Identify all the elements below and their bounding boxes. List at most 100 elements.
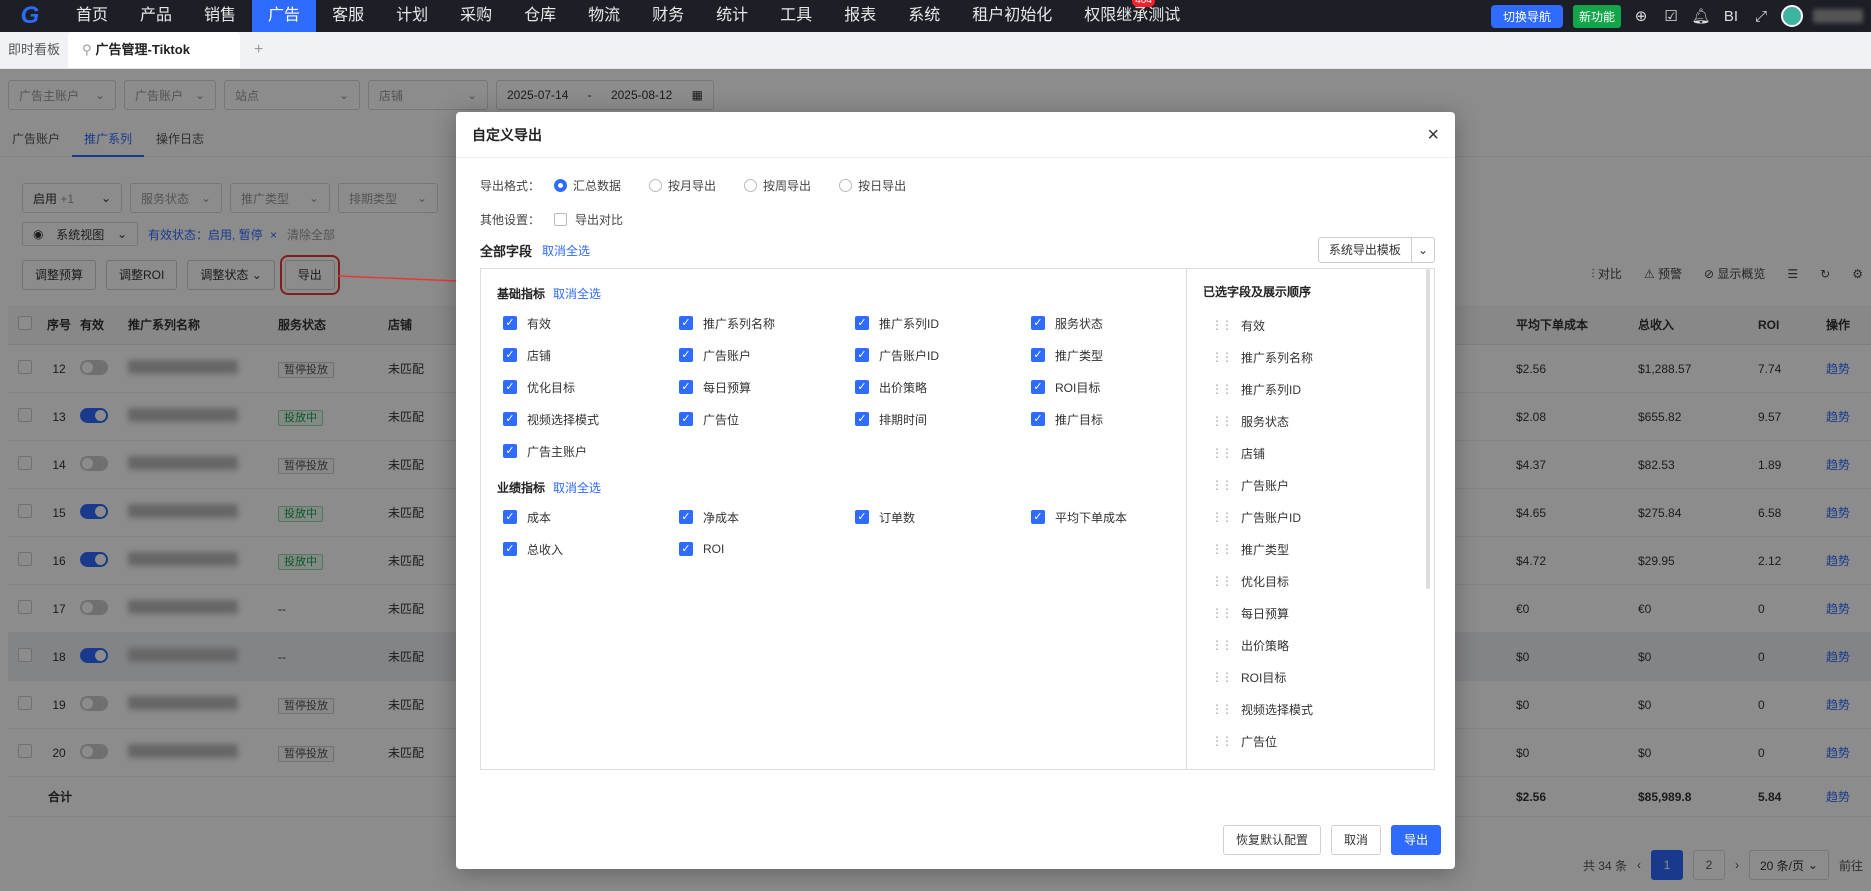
export-template-select[interactable]: 系统导出模板 ⌄ — [1317, 237, 1435, 263]
user-name[interactable] — [1813, 9, 1863, 23]
format-radio-label[interactable]: 按日导出 — [858, 177, 906, 194]
check-icon[interactable]: ✓ — [679, 380, 693, 394]
new-feature-button[interactable]: 新功能 — [1572, 4, 1621, 28]
field-item[interactable]: ✓ 优化目标 — [497, 371, 673, 403]
field-item[interactable]: ✓ 推广系列ID — [849, 307, 1025, 339]
nav-item[interactable]: 工具 — [764, 0, 828, 32]
selected-field-item[interactable]: ⋮⋮ 店铺 — [1203, 437, 1418, 469]
selected-field-item[interactable]: ⋮⋮ 出价策略 — [1203, 629, 1418, 661]
format-radio-label[interactable]: 按周导出 — [763, 177, 811, 194]
check-icon[interactable]: ✓ — [503, 444, 517, 458]
nav-item[interactable]: 客服 — [316, 0, 380, 32]
check-icon[interactable]: ✓ — [1031, 510, 1045, 524]
selected-field-item[interactable]: ⋮⋮ 推广类型 — [1203, 533, 1418, 565]
nav-item[interactable]: 首页 — [60, 0, 124, 32]
check-icon[interactable]: ✓ — [679, 542, 693, 556]
drag-handle-icon[interactable]: ⋮⋮ — [1211, 542, 1233, 556]
check-icon[interactable]: ✓ — [855, 380, 869, 394]
check-icon[interactable]: ✓ — [503, 380, 517, 394]
selected-field-item[interactable]: ⋮⋮ 推广系列ID — [1203, 373, 1418, 405]
field-item[interactable]: ✓ 订单数 — [849, 501, 1025, 533]
check-icon[interactable]: ✓ — [503, 412, 517, 426]
check-icon[interactable]: ✓ — [855, 412, 869, 426]
selected-fields-scrollbar[interactable] — [1426, 269, 1430, 589]
nav-item[interactable]: 物流 — [572, 0, 636, 32]
selected-field-item[interactable]: ⋮⋮ 视频选择模式 — [1203, 693, 1418, 725]
drag-handle-icon[interactable]: ⋮⋮ — [1211, 382, 1233, 396]
check-icon[interactable]: ✓ — [855, 348, 869, 362]
drag-handle-icon[interactable]: ⋮⋮ — [1211, 318, 1233, 332]
field-item[interactable]: ✓ 广告主账户 — [497, 435, 673, 467]
field-item[interactable]: ✓ 服务状态 — [1025, 307, 1201, 339]
basic-deselect-link[interactable]: 取消全选 — [553, 285, 601, 302]
field-item[interactable]: ✓ 成本 — [497, 501, 673, 533]
drag-handle-icon[interactable]: ⋮⋮ — [1211, 670, 1233, 684]
export-compare-checkbox[interactable] — [554, 212, 568, 226]
drag-handle-icon[interactable]: ⋮⋮ — [1211, 414, 1233, 428]
check-icon[interactable]: ✓ — [503, 316, 517, 330]
field-item[interactable]: ✓ 排期时间 — [849, 403, 1025, 435]
chevron-down-icon[interactable]: ⌄ — [1410, 238, 1434, 262]
check-icon[interactable]: ✓ — [1031, 348, 1045, 362]
bell-icon[interactable]: 🔔︎ — [1691, 7, 1711, 25]
check-icon[interactable]: ✓ — [679, 348, 693, 362]
nav-item[interactable]: 采购 — [444, 0, 508, 32]
field-item[interactable]: ✓ 净成本 — [673, 501, 849, 533]
restore-default-button[interactable]: 恢复默认配置 — [1222, 825, 1321, 855]
fullscreen-icon[interactable]: ⤢ — [1751, 8, 1771, 25]
field-item[interactable]: ✓ 有效 — [497, 307, 673, 339]
drag-handle-icon[interactable]: ⋮⋮ — [1211, 350, 1233, 364]
drag-handle-icon[interactable]: ⋮⋮ — [1211, 734, 1233, 748]
logo[interactable]: G — [0, 0, 60, 32]
field-item[interactable]: ✓ 平均下单成本 — [1025, 501, 1201, 533]
drag-handle-icon[interactable]: ⋮⋮ — [1211, 702, 1233, 716]
check-icon[interactable]: ✓ — [855, 510, 869, 524]
perf-deselect-link[interactable]: 取消全选 — [553, 479, 601, 496]
bi-button[interactable]: BI — [1721, 8, 1741, 25]
check-icon[interactable]: ✓ — [679, 316, 693, 330]
check-icon[interactable]: ✓ — [679, 412, 693, 426]
nav-item[interactable]: 广告 — [252, 0, 317, 32]
nav-item[interactable]: 系统 — [892, 0, 956, 32]
nav-item[interactable]: 仓库 — [508, 0, 572, 32]
drag-handle-icon[interactable]: ⋮⋮ — [1211, 638, 1233, 652]
format-radio[interactable] — [649, 178, 663, 192]
selected-field-item[interactable]: ⋮⋮ 广告位 — [1203, 725, 1418, 757]
field-item[interactable]: ✓ 视频选择模式 — [497, 403, 673, 435]
drag-handle-icon[interactable]: ⋮⋮ — [1211, 606, 1233, 620]
drag-handle-icon[interactable]: ⋮⋮ — [1211, 446, 1233, 460]
check-icon[interactable]: ✓ — [1031, 412, 1045, 426]
field-item[interactable]: ✓ 每日预算 — [673, 371, 849, 403]
avatar[interactable] — [1781, 5, 1803, 27]
field-item[interactable]: ✓ 店铺 — [497, 339, 673, 371]
field-item[interactable]: ✓ 推广系列名称 — [673, 307, 849, 339]
field-item[interactable]: ✓ 推广目标 — [1025, 403, 1201, 435]
switch-nav-button[interactable]: 切换导航 — [1490, 4, 1563, 28]
calendar-check-icon[interactable]: ☑ — [1661, 7, 1681, 25]
tab-dashboard[interactable]: 即时看板 — [0, 32, 68, 68]
selected-field-item[interactable]: ⋮⋮ ROI目标 — [1203, 661, 1418, 693]
nav-item[interactable]: 计划 — [380, 0, 444, 32]
field-item[interactable]: ✓ 推广类型 — [1025, 339, 1201, 371]
drag-handle-icon[interactable]: ⋮⋮ — [1211, 478, 1233, 492]
format-radio-label[interactable]: 汇总数据 — [573, 177, 621, 194]
nav-item[interactable]: 产品 — [124, 0, 188, 32]
check-icon[interactable]: ✓ — [503, 542, 517, 556]
drag-handle-icon[interactable]: ⋮⋮ — [1211, 574, 1233, 588]
selected-field-item[interactable]: ⋮⋮ 每日预算 — [1203, 597, 1418, 629]
selected-field-item[interactable]: ⋮⋮ 广告账户ID — [1203, 501, 1418, 533]
nav-item[interactable]: 权限继承测试 404 — [1068, 0, 1196, 32]
nav-item[interactable]: 报表 — [828, 0, 892, 32]
check-icon[interactable]: ✓ — [503, 348, 517, 362]
close-icon[interactable]: × — [1427, 125, 1439, 145]
field-item[interactable]: ✓ 广告位 — [673, 403, 849, 435]
field-item[interactable]: ✓ ROI目标 — [1025, 371, 1201, 403]
check-icon[interactable]: ✓ — [679, 510, 693, 524]
selected-field-item[interactable]: ⋮⋮ 推广系列名称 — [1203, 341, 1418, 373]
nav-item[interactable]: 租户初始化 — [956, 0, 1068, 32]
selected-field-item[interactable]: ⋮⋮ 服务状态 — [1203, 405, 1418, 437]
hash-icon[interactable]: ⊕ — [1631, 7, 1651, 25]
tab-ad-management[interactable]: ⚲ 广告管理-Tiktok — [68, 32, 241, 68]
selected-field-item[interactable]: ⋮⋮ 广告账户 — [1203, 469, 1418, 501]
drag-handle-icon[interactable]: ⋮⋮ — [1211, 510, 1233, 524]
